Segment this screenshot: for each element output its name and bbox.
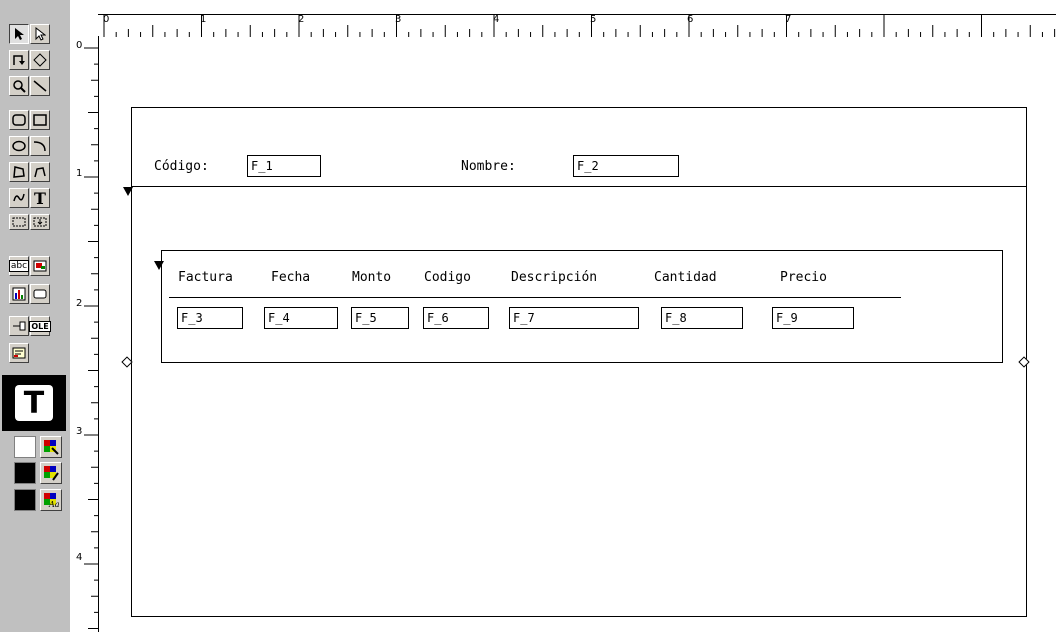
- frame-icon[interactable]: [9, 214, 29, 230]
- horizontal-ruler-band: [98, 14, 1056, 37]
- nombre-label: Nombre:: [461, 159, 516, 174]
- svg-text:Aa: Aa: [48, 500, 59, 508]
- arrow-outline-icon[interactable]: [30, 24, 50, 44]
- column-header-descripcion: Descripción: [511, 270, 598, 285]
- codigo-field[interactable]: F_1: [247, 155, 321, 177]
- tool-palette: T abc OLE T Aa: [0, 0, 71, 632]
- ole-icon[interactable]: OLE: [29, 316, 51, 336]
- column-header-underline: [169, 297, 901, 298]
- header-separator-line: [131, 186, 1027, 187]
- text-color-icon[interactable]: Aa: [40, 489, 62, 511]
- text-mode-indicator: T: [2, 375, 66, 431]
- text-mode-glyph: T: [15, 385, 53, 421]
- line-color-swatch[interactable]: [14, 462, 36, 484]
- arc-icon[interactable]: [30, 136, 50, 156]
- codigo-label: Código:: [154, 159, 209, 174]
- chart-icon[interactable]: [9, 284, 29, 304]
- text-color-swatch[interactable]: [14, 489, 36, 511]
- freehand-icon[interactable]: [9, 188, 29, 208]
- rotate-icon[interactable]: [9, 50, 29, 70]
- ruler-number: 1: [200, 14, 207, 25]
- ruler-number: 4: [76, 552, 83, 563]
- rounded-rect-icon[interactable]: [9, 110, 29, 130]
- link-icon[interactable]: [9, 316, 29, 336]
- field-tool-glyph: abc: [8, 260, 30, 272]
- column-header-precio: Precio: [780, 270, 827, 285]
- field-precio[interactable]: F_9: [772, 307, 854, 329]
- column-header-factura: Factura: [178, 270, 233, 285]
- field-codigo[interactable]: F_6: [423, 307, 489, 329]
- text-icon[interactable]: T: [30, 188, 50, 208]
- field-factura[interactable]: F_3: [177, 307, 243, 329]
- report-canvas[interactable]: Código: F_1 Nombre: F_2 Factura Fecha Mo…: [99, 37, 1056, 632]
- field-cantidad[interactable]: F_8: [661, 307, 743, 329]
- field-icon[interactable]: abc: [8, 256, 30, 276]
- ellipse-icon[interactable]: [9, 136, 29, 156]
- horizontal-ruler: 0 1 2 3 4 5 6 7: [70, 0, 1056, 37]
- ruler-number: 2: [76, 298, 83, 309]
- horizontal-ruler-ticks: [103, 15, 1056, 37]
- text-tool-glyph: T: [34, 188, 46, 208]
- field-descripcion[interactable]: F_7: [509, 307, 639, 329]
- ruler-number: 0: [103, 14, 110, 25]
- column-header-codigo: Codigo: [424, 270, 471, 285]
- column-header-monto: Monto: [352, 270, 392, 285]
- vertical-ruler: 0 1 2 3 4: [70, 36, 99, 632]
- ruler-number: 3: [76, 426, 83, 437]
- ole-tool-glyph: OLE: [29, 320, 51, 332]
- ruler-number: 5: [590, 14, 597, 25]
- column-header-cantidad: Cantidad: [654, 270, 717, 285]
- line-color-icon[interactable]: [40, 462, 62, 484]
- ruler-number: 7: [785, 14, 792, 25]
- column-header-fecha: Fecha: [271, 270, 311, 285]
- field-monto[interactable]: F_5: [351, 307, 409, 329]
- magnify-icon[interactable]: [9, 76, 29, 96]
- ruler-number: 4: [493, 14, 500, 25]
- detail-anchor-marker[interactable]: [154, 261, 164, 270]
- arrow-select-icon[interactable]: [9, 24, 29, 44]
- fill-color-icon[interactable]: [40, 436, 62, 458]
- ruler-number: 2: [298, 14, 305, 25]
- vertical-ruler-ticks: [84, 47, 98, 629]
- reshape-icon[interactable]: [30, 50, 50, 70]
- fill-color-swatch[interactable]: [14, 436, 36, 458]
- field-fecha[interactable]: F_4: [264, 307, 338, 329]
- polyline-icon[interactable]: [30, 162, 50, 182]
- nombre-field[interactable]: F_2: [573, 155, 679, 177]
- image-icon[interactable]: [30, 256, 50, 276]
- group-anchor-marker[interactable]: [123, 187, 133, 196]
- ruler-number: 3: [395, 14, 402, 25]
- ruler-number: 1: [76, 168, 83, 179]
- formula-icon[interactable]: [9, 343, 29, 363]
- button-icon[interactable]: [30, 284, 50, 304]
- ruler-number: 0: [76, 40, 83, 51]
- rectangle-icon[interactable]: [30, 110, 50, 130]
- repeating-frame-icon[interactable]: [30, 214, 50, 230]
- line-icon[interactable]: [30, 76, 50, 96]
- polygon-icon[interactable]: [9, 162, 29, 182]
- ruler-number: 6: [687, 14, 694, 25]
